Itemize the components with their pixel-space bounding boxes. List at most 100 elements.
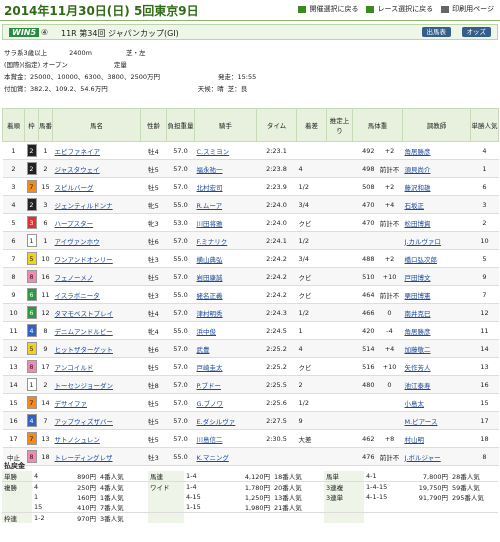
jockey-link[interactable]: P.ブドー <box>197 382 221 390</box>
col-jockey[interactable]: 騎手 <box>194 108 257 142</box>
jockey-link[interactable]: 福永祐一 <box>197 166 223 174</box>
horse-number: 2 <box>43 380 48 389</box>
horse-name-link[interactable]: イスラボニータ <box>55 292 100 300</box>
horse-name-link[interactable]: アンコイルド <box>55 364 94 372</box>
trainer-link[interactable]: 南井克巳 <box>405 310 431 318</box>
sex-age-cell: 牡4 <box>148 147 159 156</box>
payout-popularity: 20番人気 <box>272 481 324 492</box>
col-weight[interactable]: 負担重量 <box>166 108 195 142</box>
trainer-link[interactable]: 角居勝彦 <box>405 328 431 336</box>
trainer-link[interactable]: 橋口弘次郎 <box>405 256 438 264</box>
trainer-link[interactable]: J.カルヴァロ <box>405 238 441 246</box>
frame-badge: 2 <box>26 162 37 175</box>
payout-popularity: 21番人気 <box>274 504 302 512</box>
trainer-link[interactable]: 松田博資 <box>405 220 431 228</box>
horse-name-link[interactable]: ハープスター <box>55 220 94 228</box>
jockey-link[interactable]: 戸崎圭太 <box>197 364 223 372</box>
col-popularity[interactable]: 単勝人気 <box>470 108 499 142</box>
body-weight-cell: 498 <box>362 164 375 173</box>
col-trainer[interactable]: 調教師 <box>402 108 471 142</box>
jockey-link[interactable]: E.ダシルヴァ <box>197 418 236 426</box>
race-added-line: 付加賞：382.2、109.2、54.6万円 天候：晴 芝：良 <box>4 85 248 93</box>
popularity-cell: 9 <box>482 272 487 281</box>
odds-button[interactable]: オッズ <box>461 27 491 37</box>
jockey-link[interactable]: 川田将雅 <box>197 220 223 228</box>
frame-badge: 5 <box>26 252 37 265</box>
horse-name-link[interactable]: サトノシュレン <box>55 436 100 444</box>
trainer-link[interactable]: 加藤敬二 <box>405 346 431 354</box>
trainer-link[interactable]: 矢作芳人 <box>405 364 431 372</box>
jockey-link[interactable]: R.ムーア <box>197 202 223 210</box>
back-to-meeting-link[interactable]: 開催選択に戻る <box>298 4 358 14</box>
jockey-link[interactable]: 蛯名正義 <box>197 292 223 300</box>
horse-number: 1 <box>43 146 48 155</box>
col-number[interactable]: 馬番 <box>38 108 53 142</box>
jockey-link[interactable]: F.ミナリク <box>197 238 228 246</box>
body-weight-cell: 510 <box>362 272 375 281</box>
horse-name-link[interactable]: エピファネイア <box>55 148 101 156</box>
jockey-link[interactable]: C.スミヨン <box>197 148 230 156</box>
weight-cell: 57.0 <box>173 434 188 443</box>
col-frame[interactable]: 枠 <box>24 108 39 142</box>
horse-name-link[interactable]: デサイファ <box>55 400 88 408</box>
trainer-link[interactable]: 戸田博文 <box>405 274 431 282</box>
trainer-link[interactable]: 池江泰寿 <box>405 382 431 390</box>
table-row: 11 4 8 デニムアンドルビー 牝4 55.0 浜中俊 2:24.5 1 420 -4 角居勝彦 11 <box>2 321 499 340</box>
jockey-link[interactable]: G.ブノワ <box>197 400 224 408</box>
position-cell: 16 <box>9 416 18 425</box>
trainer-link[interactable]: 石坂正 <box>405 202 425 210</box>
entries-button[interactable]: 出馬表 <box>421 27 451 37</box>
horse-name-link[interactable]: アップウィズザバー <box>55 418 114 426</box>
bet-type <box>148 512 184 523</box>
trainer-link[interactable]: 村山明 <box>405 436 425 444</box>
col-body-weight[interactable]: 馬体重 <box>352 108 403 142</box>
horse-name-link[interactable]: スピルバーグ <box>55 184 94 192</box>
margin-cell: 3/4 <box>298 254 309 263</box>
col-margin[interactable]: 着差 <box>296 108 327 142</box>
jockey-link[interactable]: 北村宏司 <box>197 184 223 192</box>
weight-diff-cell: +8 <box>384 434 395 443</box>
jockey-link[interactable]: 武豊 <box>197 346 210 354</box>
horse-name-link[interactable]: ジェンティルドンナ <box>55 202 113 210</box>
horse-name-link[interactable]: タマモベストプレイ <box>55 310 114 318</box>
horse-name-link[interactable]: ジャスタウェイ <box>55 166 100 174</box>
print-link[interactable]: 印刷用ページ <box>441 4 494 14</box>
col-last-3f[interactable]: 推定上り <box>326 108 353 142</box>
horse-name-link[interactable]: トレーディングレザ <box>55 454 113 462</box>
horse-name-link[interactable]: ワンアンドオンリー <box>55 256 113 264</box>
position-cell: 6 <box>11 236 16 245</box>
payout-amount: 160円 <box>77 494 96 502</box>
col-time[interactable]: タイム <box>256 108 297 142</box>
jockey-link[interactable]: 岩田康誠 <box>197 274 223 282</box>
sex-age-cell: 牡3 <box>148 291 159 300</box>
payout-popularity: 4番人気 <box>98 481 148 492</box>
trainer-link[interactable]: 角居勝彦 <box>405 148 431 156</box>
horse-name-link[interactable]: ヒットザターゲット <box>55 346 114 354</box>
time-cell: 2:24.2 <box>266 254 287 263</box>
back-to-race-link[interactable]: レース選択に戻る <box>366 4 433 14</box>
col-position[interactable]: 着順 <box>2 108 25 142</box>
jockey-link[interactable]: 津村明秀 <box>197 310 223 318</box>
horse-name-link[interactable]: アイヴァンホウ <box>55 238 100 246</box>
page-header: 2014年11月30日(日) 5回東京9日 開催選択に戻る レース選択に戻る 印… <box>0 0 500 21</box>
jockey-link[interactable]: 川島信二 <box>197 436 223 444</box>
jockey-link[interactable]: 浜中俊 <box>197 328 217 336</box>
horse-name-link[interactable]: デニムアンドルビー <box>55 328 113 336</box>
trainer-link[interactable]: 須貝尚介 <box>405 166 431 174</box>
col-sex-age[interactable]: 性齢 <box>140 108 167 142</box>
jockey-link[interactable]: K.マニング <box>197 454 229 462</box>
trainer-link[interactable]: 藤沢和雄 <box>405 184 431 192</box>
trainer-link[interactable]: 栗田博憲 <box>405 292 431 300</box>
bet-type <box>148 502 184 513</box>
trainer-link[interactable]: 小島太 <box>405 400 425 408</box>
weight-diff-cell: 0 <box>387 380 392 389</box>
trainer-link[interactable]: M.ピアース <box>405 418 438 426</box>
position-cell: 12 <box>9 344 18 353</box>
weight-cell: 57.0 <box>173 362 188 371</box>
jockey-link[interactable]: 横山典弘 <box>197 256 223 264</box>
margin-cell: クビ <box>298 363 312 372</box>
trainer-link[interactable]: J.ボルジャー <box>405 454 441 462</box>
horse-name-link[interactable]: フェノーメノ <box>55 274 94 282</box>
horse-name-link[interactable]: トーセンジョーダン <box>55 382 114 390</box>
col-horse[interactable]: 馬名 <box>52 108 141 142</box>
